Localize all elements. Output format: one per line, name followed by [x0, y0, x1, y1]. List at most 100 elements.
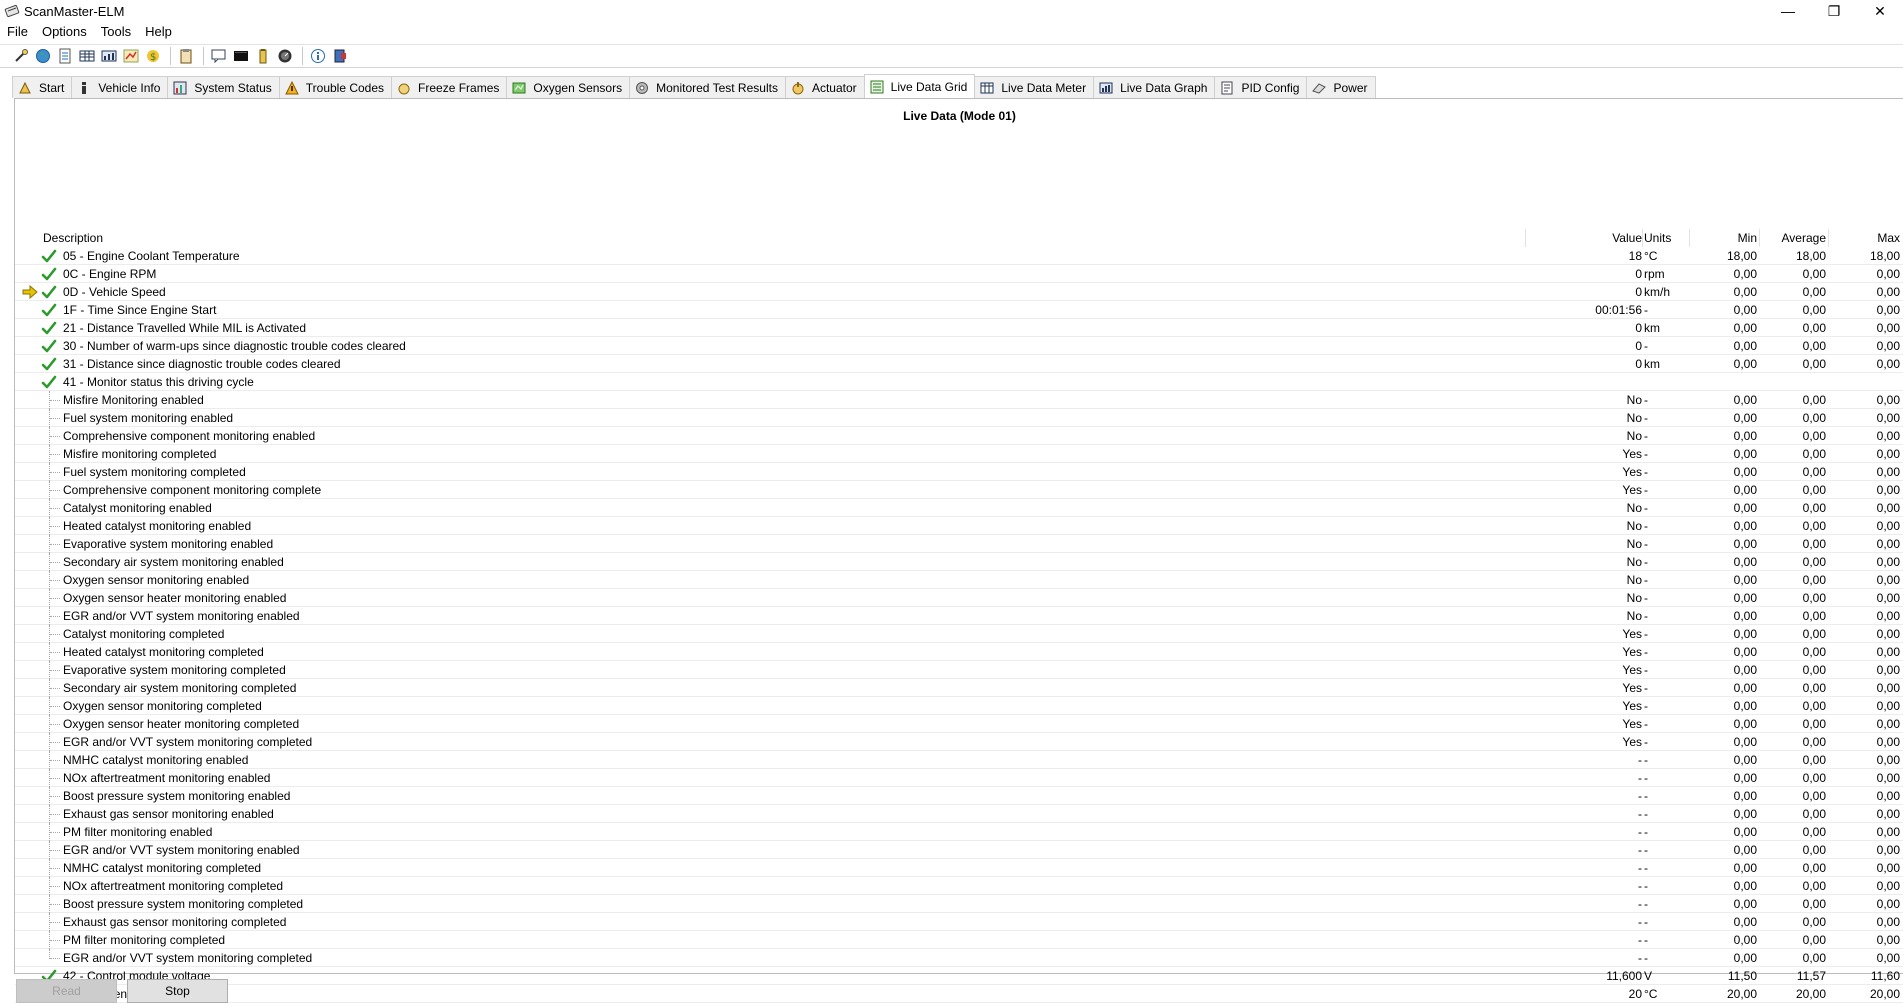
maximize-button[interactable]: ❐: [1811, 0, 1857, 22]
table-row[interactable]: Oxygen sensor heater monitoring complete…: [15, 715, 1903, 733]
table-row[interactable]: 46 - Ambient air temperature20°C20,0020,…: [15, 985, 1903, 1003]
tab-live-data-grid[interactable]: Live Data Grid: [863, 74, 976, 98]
table-row[interactable]: Secondary air system monitoring complete…: [15, 679, 1903, 697]
table-row[interactable]: NMHC catalyst monitoring enabled - - 0,00 0,…: [15, 751, 1903, 769]
tab-oxygen-sensors[interactable]: Oxygen Sensors: [506, 76, 631, 98]
table-row[interactable]: EGR and/or VVT system monitoring enabled…: [15, 607, 1903, 625]
table-row[interactable]: EGR and/or VVT system monitoring complet…: [15, 733, 1903, 751]
column-divider[interactable]: [1689, 229, 1690, 247]
tab-live-data-meter[interactable]: Live Data Meter: [974, 76, 1095, 98]
document-icon[interactable]: [56, 47, 74, 65]
table-row[interactable]: Misfire monitoring completed Yes - 0,00 0,00…: [15, 445, 1903, 463]
table-row[interactable]: NOx aftertreatment monitoring completed -…: [15, 877, 1903, 895]
table-row[interactable]: Fuel system monitoring completed Yes - 0,00…: [15, 463, 1903, 481]
table-row[interactable]: 05 - Engine Coolant Temperature 18 °C 18,00…: [15, 247, 1903, 265]
table-row[interactable]: Boost pressure system monitoring complet…: [15, 895, 1903, 913]
header-average[interactable]: Average: [1762, 229, 1826, 247]
tab-trouble-codes[interactable]: Trouble Codes: [278, 76, 393, 98]
table-row[interactable]: Exhaust gas sensor monitoring completed -…: [15, 913, 1903, 931]
table-row[interactable]: 41 - Monitor status this driving cycle: [15, 373, 1903, 391]
checkmark-icon[interactable]: [41, 266, 57, 282]
header-min[interactable]: Min: [1693, 229, 1757, 247]
menu-tools[interactable]: Tools: [94, 22, 138, 42]
header-description[interactable]: Description: [43, 229, 103, 247]
table-row[interactable]: Catalyst monitoring completed Yes - 0,00 0,0…: [15, 625, 1903, 643]
header-max[interactable]: Max: [1836, 229, 1900, 247]
header-units[interactable]: Units: [1644, 229, 1684, 247]
row-min: 0,00: [1733, 555, 1757, 569]
table-row[interactable]: EGR and/or VVT system monitoring complet…: [15, 949, 1903, 967]
tab-live-data-graph[interactable]: Live Data Graph: [1093, 76, 1216, 98]
connect-icon[interactable]: [12, 47, 30, 65]
table-row[interactable]: Oxygen sensor heater monitoring enabled N…: [15, 589, 1903, 607]
battery-icon[interactable]: [254, 47, 272, 65]
table-row[interactable]: Heated catalyst monitoring completed Yes -…: [15, 643, 1903, 661]
table-row[interactable]: Oxygen sensor monitoring completed Yes - 0,…: [15, 697, 1903, 715]
table-row[interactable]: NOx aftertreatment monitoring enabled - - 0…: [15, 769, 1903, 787]
tab-actuator[interactable]: Actuator: [784, 76, 865, 98]
table-row[interactable]: Evaporative system monitoring completed Y…: [15, 661, 1903, 679]
menu-help[interactable]: Help: [138, 22, 179, 42]
checkmark-icon[interactable]: [41, 374, 57, 390]
table-row[interactable]: Comprehensive component monitoring compl…: [15, 481, 1903, 499]
tab-system-status[interactable]: System Status: [167, 76, 280, 98]
close-button[interactable]: ✕: [1857, 0, 1903, 22]
table-row[interactable]: EGR and/or VVT system monitoring enabled…: [15, 841, 1903, 859]
table-row[interactable]: Catalyst monitoring enabled No - 0,00 0,00 0,…: [15, 499, 1903, 517]
tab-vehicle-info[interactable]: Vehicle Info: [71, 76, 169, 98]
menu-options[interactable]: Options: [35, 22, 94, 42]
checkmark-icon[interactable]: [41, 284, 57, 300]
table-row[interactable]: Fuel system monitoring enabled No - 0,00 0,0…: [15, 409, 1903, 427]
table-row[interactable]: Heated catalyst monitoring enabled No - 0,0…: [15, 517, 1903, 535]
chat-icon[interactable]: [210, 47, 228, 65]
info-icon[interactable]: [309, 47, 327, 65]
table-row[interactable]: PM filter monitoring completed - - 0,00 0,00…: [15, 931, 1903, 949]
table-row[interactable]: 1F - Time Since Engine Start 00:01:56- 0,0…: [15, 301, 1903, 319]
exit-icon[interactable]: [331, 47, 349, 65]
chart-icon[interactable]: [122, 47, 140, 65]
globe-icon[interactable]: [34, 47, 52, 65]
table-row[interactable]: 42 - Control module voltage 11,600 V 11,50 1…: [15, 967, 1903, 985]
column-divider[interactable]: [1828, 229, 1829, 247]
table-row[interactable]: Comprehensive component monitoring enabl…: [15, 427, 1903, 445]
minimize-button[interactable]: —: [1765, 0, 1811, 22]
menu-file[interactable]: File: [0, 22, 35, 42]
tab-freeze-frames[interactable]: Freeze Frames: [391, 76, 508, 98]
table-row[interactable]: Exhaust gas sensor monitoring enabled - - 0…: [15, 805, 1903, 823]
gauge-icon[interactable]: [276, 47, 294, 65]
row-min: 0,00: [1733, 267, 1757, 281]
meter-icon[interactable]: [100, 47, 118, 65]
checkmark-icon[interactable]: [41, 320, 57, 336]
dollar-icon[interactable]: $: [144, 47, 162, 65]
row-description: Oxygen sensor monitoring enabled: [63, 573, 250, 587]
table-row[interactable]: 31 - Distance since diagnostic trouble c…: [15, 355, 1903, 373]
checkmark-icon[interactable]: [41, 356, 57, 372]
read-button[interactable]: Read: [16, 979, 117, 1003]
column-divider[interactable]: [1759, 229, 1760, 247]
tab-monitored-test-results[interactable]: Monitored Test Results: [629, 76, 786, 98]
header-value[interactable]: Value: [1522, 229, 1642, 247]
table-row[interactable]: 0D - Vehicle Speed 0 km/h 0,00 0,00 0,00: [15, 283, 1903, 301]
table-row[interactable]: Misfire Monitoring enabled No - 0,00 0,00 0,0…: [15, 391, 1903, 409]
checkmark-icon[interactable]: [41, 338, 57, 354]
clipboard-icon[interactable]: [177, 47, 195, 65]
table-row[interactable]: 21 - Distance Travelled While MIL is Act…: [15, 319, 1903, 337]
table-row[interactable]: Boost pressure system monitoring enabled…: [15, 787, 1903, 805]
table-row[interactable]: 0C - Engine RPM 0 rpm 0,00 0,00 0,00: [15, 265, 1903, 283]
table-row[interactable]: Oxygen sensor monitoring enabled No - 0,00 0…: [15, 571, 1903, 589]
checkmark-icon[interactable]: [41, 302, 57, 318]
table-row[interactable]: NMHC catalyst monitoring completed - - 0,00…: [15, 859, 1903, 877]
row-value: -: [1638, 807, 1642, 821]
tab-pid-config[interactable]: PID Config: [1214, 76, 1308, 98]
grid-icon[interactable]: [78, 47, 96, 65]
tab-power[interactable]: Power: [1306, 76, 1376, 98]
table-row[interactable]: PM filter monitoring enabled - - 0,00 0,00 0,…: [15, 823, 1903, 841]
checkmark-icon[interactable]: [41, 248, 57, 264]
terminal-icon[interactable]: [232, 47, 250, 65]
table-row[interactable]: 30 - Number of warm-ups since diagnostic…: [15, 337, 1903, 355]
column-divider[interactable]: [1642, 229, 1643, 247]
table-row[interactable]: Secondary air system monitoring enabled N…: [15, 553, 1903, 571]
tab-start[interactable]: Start: [12, 76, 73, 98]
stop-button[interactable]: Stop: [127, 979, 228, 1003]
table-row[interactable]: Evaporative system monitoring enabled No -…: [15, 535, 1903, 553]
